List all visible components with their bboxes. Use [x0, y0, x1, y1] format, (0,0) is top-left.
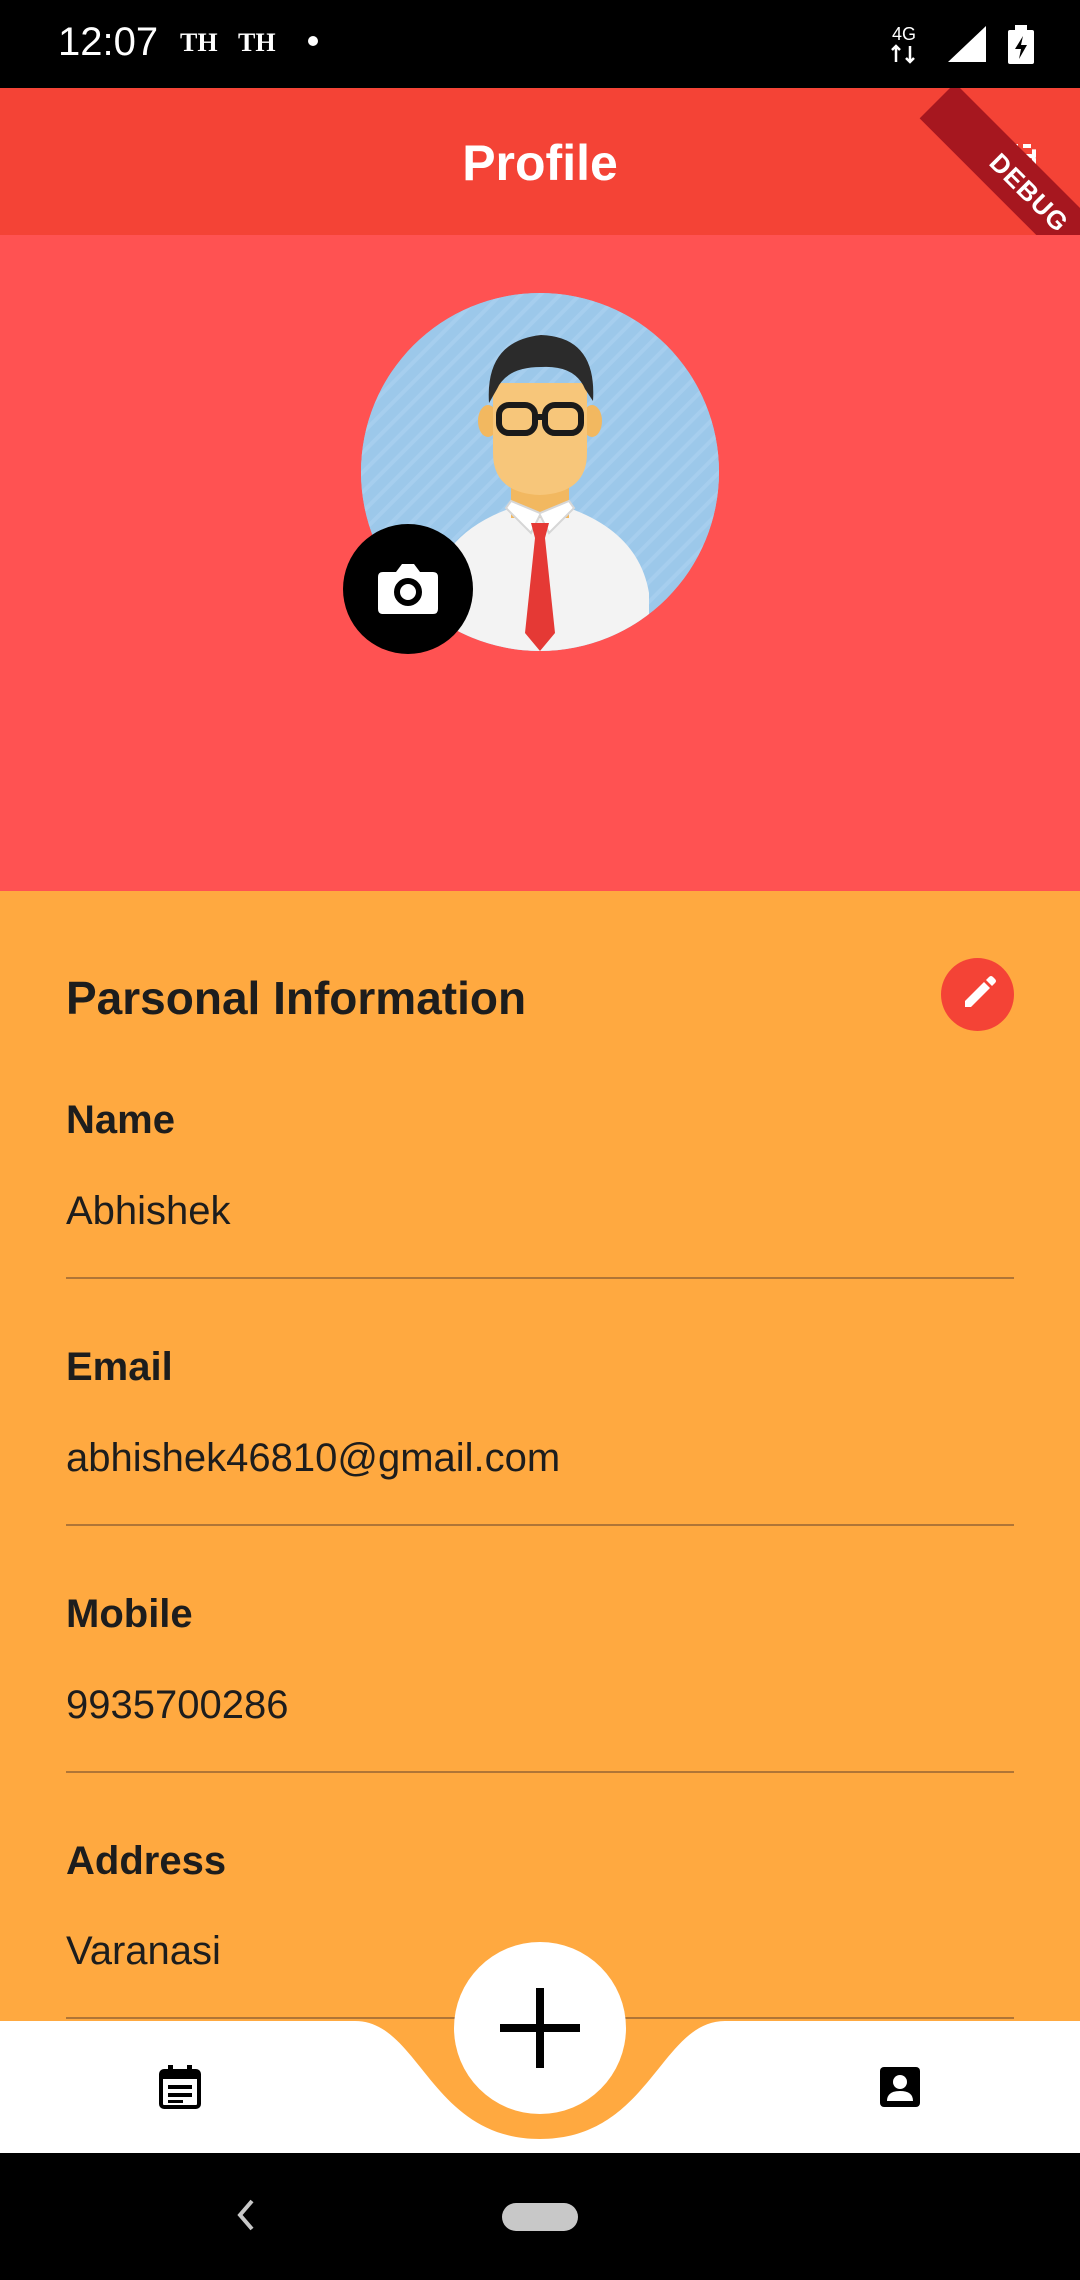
email-value: abhishek46810@gmail.com: [66, 1436, 561, 1480]
profile-header: [0, 235, 1080, 891]
personal-info-section: Parsonal Information Name Abhishek Email…: [0, 891, 1080, 2021]
change-photo-button[interactable]: [343, 524, 473, 654]
svg-text:4G: 4G: [892, 24, 916, 44]
divider: [66, 1524, 1014, 1526]
name-value: Abhishek: [66, 1189, 231, 1233]
system-navigation-bar: [0, 2153, 1080, 2280]
network-4g-icon: 4G: [891, 24, 916, 64]
notification-th-1: TH: [180, 28, 218, 57]
edit-button[interactable]: [941, 958, 1014, 1031]
signal-icon: [948, 26, 986, 62]
contact-card-icon[interactable]: [876, 2063, 924, 2111]
pencil-icon: [965, 976, 996, 1007]
mobile-value: 9935700286: [66, 1683, 289, 1727]
status-bar: 12:07 TH TH 4G: [0, 0, 1080, 88]
home-button[interactable]: [502, 2203, 578, 2231]
section-title: Parsonal Information: [66, 972, 527, 1024]
divider: [66, 1277, 1014, 1279]
status-time: 12:07: [58, 20, 159, 64]
notification-th-2: TH: [238, 28, 276, 57]
calendar-note-icon[interactable]: [156, 2063, 204, 2111]
back-icon[interactable]: [230, 2193, 260, 2237]
address-label: Address: [66, 1839, 227, 1883]
battery-icon: [1008, 25, 1034, 64]
status-icons: 4G: [891, 24, 1034, 64]
notification-dot: [308, 36, 318, 46]
name-label: Name: [66, 1098, 175, 1142]
mobile-label: Mobile: [66, 1592, 193, 1636]
camera-icon: [378, 564, 438, 614]
plus-icon: [500, 1988, 580, 2068]
add-button[interactable]: [454, 1942, 626, 2114]
address-value: Varanasi: [66, 1929, 221, 1973]
page-title: Profile: [462, 135, 618, 191]
divider: [66, 1771, 1014, 1773]
app-bar: Profile DEBUG: [0, 88, 1080, 235]
email-label: Email: [66, 1345, 173, 1389]
